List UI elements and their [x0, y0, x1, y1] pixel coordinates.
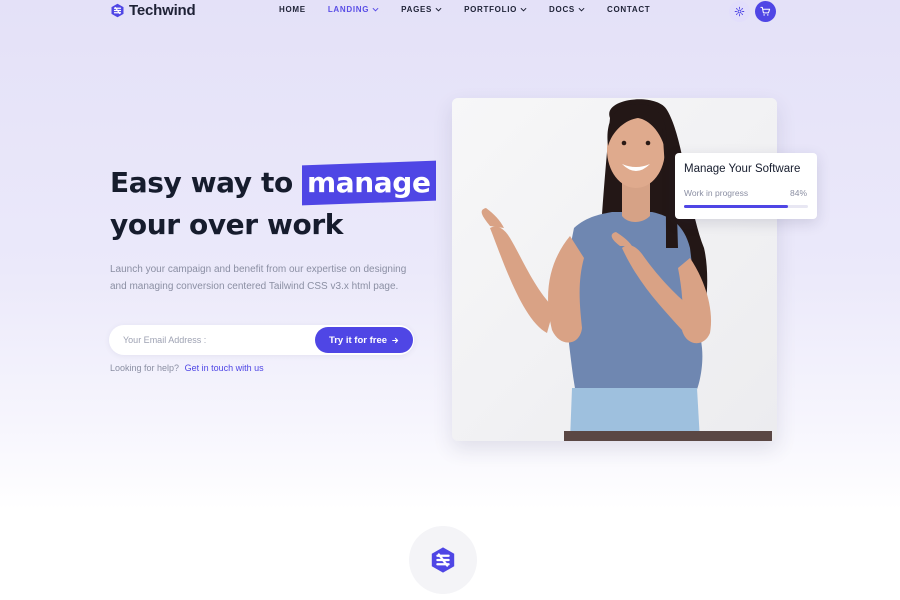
nav-item-portfolio[interactable]: PORTFOLIO: [464, 5, 527, 14]
email-input[interactable]: [123, 325, 313, 355]
hero-title: Easy way to manage your over work: [110, 160, 436, 246]
hero-image: [452, 98, 777, 441]
try-free-button[interactable]: Try it for free: [315, 327, 413, 353]
progress-bar-fill: [684, 205, 789, 208]
chevron-down-icon: [435, 7, 442, 12]
woman-pointing-photo: [452, 98, 777, 441]
cart-button[interactable]: [755, 1, 776, 22]
nav-item-label: CONTACT: [606, 5, 651, 14]
hero-title-highlight-text: manage: [307, 166, 431, 199]
nav-item-docs[interactable]: DOCS: [549, 5, 585, 14]
hero-title-highlight: manage: [302, 160, 436, 206]
try-free-label: Try it for free: [328, 334, 388, 346]
brand-badge: [409, 526, 477, 594]
settings-icon: [734, 6, 745, 17]
help-text: Looking for help? Get in touch with us: [110, 363, 264, 373]
hero-title-line-2: your over work: [110, 208, 343, 241]
chevron-down-icon: [578, 7, 585, 12]
progress-percent: 84%: [789, 188, 807, 198]
nav-item-home[interactable]: HOME: [279, 5, 306, 14]
hero-title-prefix: Easy way to: [110, 166, 293, 199]
nav-item-contact[interactable]: CONTACT: [607, 5, 650, 14]
nav-item-pages[interactable]: PAGES: [401, 5, 442, 14]
progress-label: Work in progress: [684, 188, 749, 198]
logo-icon: [431, 547, 455, 573]
brand-logo[interactable]: Techwind: [110, 2, 196, 19]
nav-item-label: PORTFOLIO: [464, 5, 518, 14]
subscribe-form: Try it for free: [109, 325, 414, 355]
main-menu: HOME LANDING PAGES PORTFOLIO DOCS CONTAC…: [279, 5, 672, 14]
nav-item-label: DOCS: [549, 5, 575, 14]
get-in-touch-link[interactable]: Get in touch with us: [185, 363, 264, 373]
hero-title-line-1: Easy way to manage: [110, 160, 436, 206]
brand-name: Techwind: [129, 2, 196, 19]
chevron-down-icon: [520, 7, 527, 12]
nav-item-label: PAGES: [401, 5, 433, 14]
settings-button[interactable]: [729, 1, 750, 22]
cart-icon: [760, 6, 771, 16]
progress-card: Manage Your Software Work in progress 84…: [675, 153, 817, 219]
navbar: Techwind HOME LANDING PAGES PORTFOLIO DO…: [0, 0, 900, 22]
arrow-right-icon: [392, 337, 399, 343]
help-label: Looking for help?: [110, 363, 180, 373]
logo-icon: [111, 3, 124, 18]
hero-description: Launch your campaign and benefit from ou…: [110, 264, 407, 292]
nav-item-landing[interactable]: LANDING: [328, 5, 379, 14]
chevron-down-icon: [372, 7, 379, 12]
progress-bar: [684, 205, 808, 208]
nav-item-label: HOME: [279, 5, 306, 14]
progress-card-title: Manage Your Software: [684, 163, 801, 175]
nav-item-label: LANDING: [327, 5, 370, 14]
